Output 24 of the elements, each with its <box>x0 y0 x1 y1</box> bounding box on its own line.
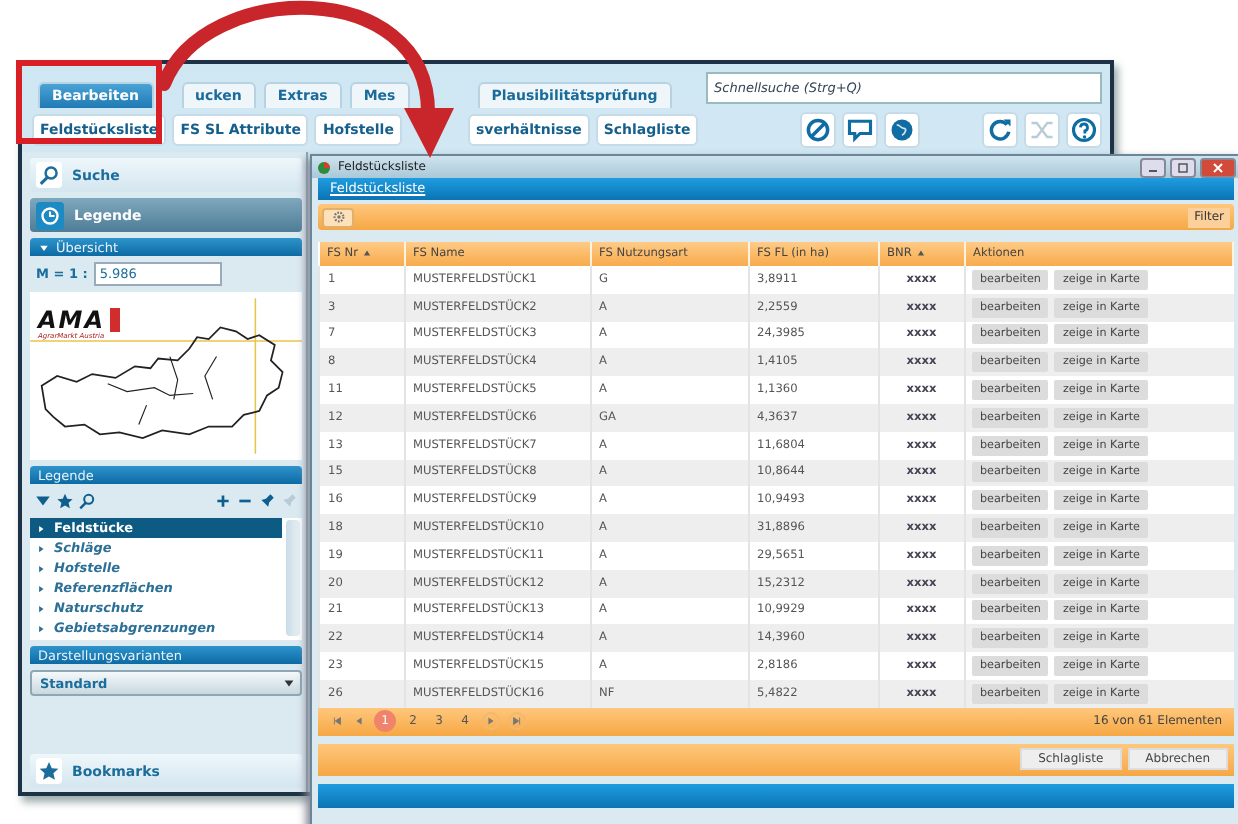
speech-bubble-icon[interactable] <box>842 112 879 148</box>
refresh-icon[interactable] <box>982 112 1018 148</box>
next-page-icon[interactable] <box>482 712 500 731</box>
star-icon[interactable] <box>56 492 74 510</box>
last-page-icon[interactable] <box>508 712 526 731</box>
settings-button[interactable] <box>322 207 354 227</box>
search-icon[interactable] <box>78 492 96 510</box>
close-icon[interactable] <box>1200 157 1236 177</box>
minimize-icon[interactable] <box>1140 157 1166 177</box>
gear-icon <box>331 210 345 224</box>
maximize-icon[interactable] <box>1170 157 1196 177</box>
block-icon[interactable] <box>800 112 837 148</box>
pin-icon[interactable] <box>258 492 276 510</box>
collapse-icon[interactable] <box>38 241 50 253</box>
help-icon[interactable] <box>1066 112 1102 148</box>
previous-page-icon[interactable] <box>352 714 366 729</box>
first-page-icon[interactable] <box>330 714 344 729</box>
search-icon <box>36 162 62 188</box>
scrollbar[interactable] <box>286 520 300 636</box>
plus-icon[interactable] <box>214 492 232 510</box>
filter-icon[interactable] <box>34 492 52 510</box>
star-icon <box>36 758 62 784</box>
dropdown-arrow-icon <box>282 676 296 690</box>
app-icon <box>316 159 332 175</box>
